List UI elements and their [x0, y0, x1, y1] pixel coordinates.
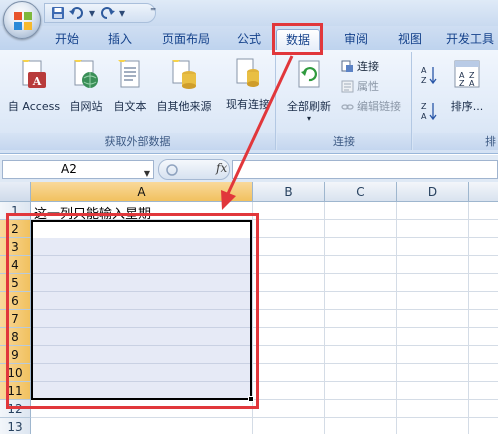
name-box-dropdown-icon[interactable]: ▼: [144, 165, 150, 182]
properties-label: 属性: [357, 80, 379, 93]
sort-descending-button[interactable]: Z A: [421, 102, 437, 121]
gridline-b-c: [324, 202, 325, 434]
tab-formulas[interactable]: 公式: [229, 29, 269, 50]
undo-icon[interactable]: [69, 6, 85, 20]
connections-label: 连接: [357, 60, 379, 73]
other-source-icon: [172, 60, 196, 89]
sort-ascending-button[interactable]: A Z: [421, 66, 437, 85]
properties-icon: [341, 80, 354, 93]
from-other-sources-label: 自其他来源: [156, 100, 212, 113]
column-header-b[interactable]: B: [253, 182, 325, 202]
sort-az-icon: A Z: [421, 66, 437, 85]
refresh-icon: [298, 60, 320, 88]
tab-developer[interactable]: 开发工具: [440, 29, 498, 50]
svg-text:A: A: [469, 79, 475, 88]
refresh-all-label: 全部刷新: [287, 100, 331, 113]
existing-connection-icon: [236, 58, 259, 87]
group-connections: 全部刷新 ▾ 连接 属性 编辑链接 连接: [277, 52, 412, 150]
existing-connections-label: 现有连接: [226, 98, 270, 111]
tab-insert[interactable]: 插入: [100, 29, 140, 50]
ribbon-tabs: 开始 插入 页面布局 公式 数据 审阅 视图 开发工具: [0, 26, 498, 50]
tab-home[interactable]: 开始: [48, 29, 86, 50]
group-label-sort: 排: [413, 133, 498, 150]
svg-text:Z: Z: [421, 102, 427, 111]
undo-dropdown-icon[interactable]: ▾: [89, 6, 95, 20]
edit-links-icon: [341, 104, 354, 110]
save-icon[interactable]: [51, 6, 65, 20]
title-bar: ▾ ▾ ⁼: [0, 0, 498, 39]
column-header-a[interactable]: A: [31, 182, 253, 202]
row-header-13[interactable]: 13: [0, 418, 31, 434]
office-button[interactable]: [3, 1, 41, 39]
properties-button[interactable]: 属性: [341, 78, 379, 95]
group-label-connections: 连接: [277, 133, 411, 150]
tab-page-layout[interactable]: 页面布局: [155, 29, 217, 50]
column-header-e-partial[interactable]: [469, 182, 498, 202]
svg-text:Z: Z: [459, 79, 465, 88]
redo-icon[interactable]: [99, 6, 116, 20]
tab-review[interactable]: 审阅: [335, 29, 377, 50]
from-access-label: 自 Access: [7, 100, 61, 113]
office-logo-icon: [14, 12, 32, 30]
data-tab-highlight: [272, 23, 323, 55]
sort-dialog-icon: A Z Z A: [454, 60, 480, 88]
from-text-label: 自文本: [113, 100, 147, 113]
sort-za-icon: Z A: [421, 102, 437, 121]
svg-text:A: A: [32, 75, 42, 88]
name-box-value: A2: [61, 162, 77, 176]
name-box[interactable]: A2 ▼: [2, 160, 154, 179]
connections-button[interactable]: 连接: [341, 58, 379, 75]
sheet-row-13[interactable]: [31, 418, 498, 434]
edit-links-label: 编辑链接: [357, 100, 401, 113]
column-header-d[interactable]: D: [397, 182, 469, 202]
column-header-c[interactable]: C: [325, 182, 397, 202]
quick-access-toolbar: ▾ ▾: [44, 3, 156, 23]
insert-function-icon[interactable]: fx: [216, 161, 227, 175]
worksheet-grid[interactable]: A B C D 1 2 3 4 5 6 7 8 9 10 11 12 13 这一列只能输入星期: [0, 182, 498, 434]
ribbon: A 自 Access 自网站 自文本 自其他来源 获取外部数据 现有连接 全部刷…: [0, 50, 498, 154]
svg-text:A: A: [421, 66, 427, 75]
circle-handle-icon[interactable]: [165, 163, 179, 177]
text-file-icon: [118, 60, 140, 88]
group-sort-filter: A Z Z A A Z Z A 排序... 排: [413, 52, 498, 150]
connections-icon: [341, 60, 353, 72]
select-all-corner[interactable]: [0, 182, 31, 202]
customize-qat-icon[interactable]: ⁼: [150, 4, 156, 18]
svg-text:A: A: [421, 112, 427, 121]
formula-input[interactable]: [232, 160, 498, 179]
tab-view[interactable]: 视图: [390, 29, 430, 50]
refresh-all-dropdown-icon[interactable]: ▾: [291, 114, 327, 123]
group-label-get-external: 获取外部数据: [0, 133, 275, 150]
gridline-d-e: [468, 202, 469, 434]
redo-dropdown-icon[interactable]: ▾: [119, 6, 125, 20]
web-globe-icon: [74, 60, 98, 88]
edit-links-button[interactable]: 编辑链接: [341, 98, 401, 115]
sort-label: 排序...: [450, 100, 484, 113]
access-db-icon: A: [22, 60, 46, 88]
formula-bar-area: A2 ▼ fx: [0, 155, 498, 182]
svg-text:Z: Z: [421, 76, 427, 85]
range-highlight-box: [6, 213, 259, 409]
gridline-c-d: [396, 202, 397, 434]
